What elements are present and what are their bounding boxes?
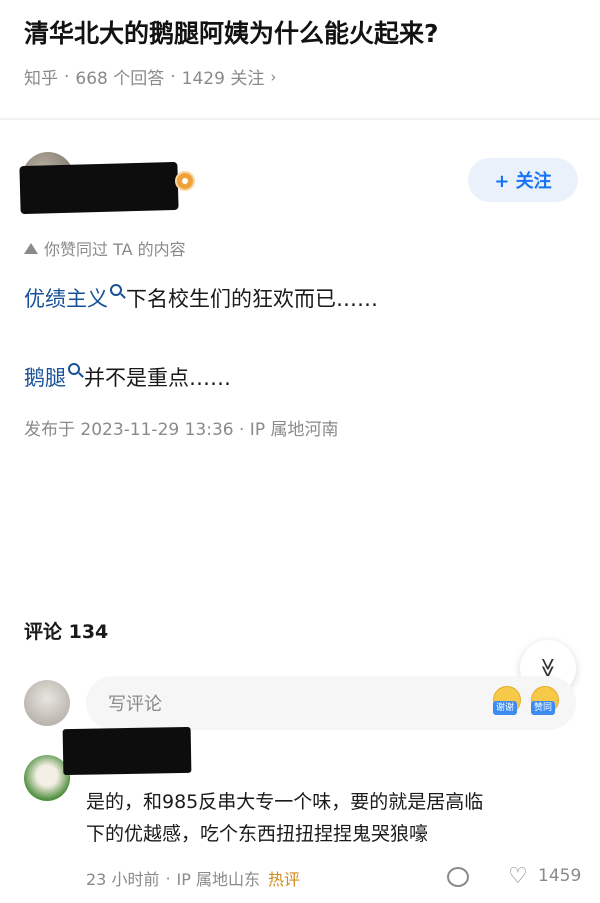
paragraph-text: 并不是重点……	[84, 366, 231, 390]
liked-hint: 你赞同过 TA 的内容	[24, 236, 186, 260]
comment-line: 下的优越感，吃个东西扭扭捏捏鬼哭狼嚎	[86, 823, 429, 845]
comment-ip: IP 属地山东	[176, 870, 261, 889]
medal-badge-icon	[175, 171, 195, 191]
hot-badge: 热评	[268, 870, 301, 889]
comment-line: 是的，和985反串大专一个味，要的就是居高临	[86, 791, 484, 813]
redacted-commenter-name	[62, 726, 192, 776]
follower-count: 1429 关注	[181, 69, 265, 89]
meta-separator: ·	[170, 66, 176, 87]
like-heart-icon[interactable]: ♡	[508, 866, 532, 888]
answer-count: 668 个回答	[75, 69, 165, 89]
search-icon[interactable]	[68, 363, 80, 375]
comment-time: 23 小时前	[86, 870, 160, 889]
keyword-link[interactable]: 鹅腿	[24, 362, 66, 392]
meta-separator: ·	[64, 66, 70, 87]
emoji-tag-thanks: 谢谢	[493, 701, 518, 715]
emoji-tag-agree: 赞同	[531, 701, 556, 715]
comment-footer: 23 小时前 · IP 属地山东 热评	[86, 866, 300, 890]
keyword-link[interactable]: 优绩主义	[24, 283, 108, 313]
search-icon[interactable]	[110, 284, 122, 296]
question-meta[interactable]: 知乎 · 668 个回答 · 1429 关注 ›	[24, 64, 277, 90]
paragraph-text: 下名校生们的狂欢而已……	[126, 287, 378, 311]
question-title[interactable]: 清华北大的鹅腿阿姨为什么能火起来?	[24, 16, 584, 52]
redacted-author-name	[19, 161, 179, 215]
follow-button[interactable]: + 关注	[468, 158, 578, 202]
chevron-right-icon: ›	[270, 67, 277, 86]
like-count: 1459	[538, 866, 582, 886]
source-label: 知乎	[24, 69, 58, 89]
meta-separator: ·	[165, 868, 171, 888]
comment-text: 是的，和985反串大专一个味，要的就是居高临 下的优越感，吃个东西扭扭捏捏鬼哭狼…	[86, 786, 576, 850]
liked-hint-text: 你赞同过 TA 的内容	[44, 240, 186, 259]
comment-placeholder: 写评论	[108, 694, 162, 715]
reply-icon[interactable]	[447, 867, 469, 887]
answer-paragraph-1: 优绩主义 下名校生们的狂欢而已……	[24, 283, 378, 313]
my-avatar	[24, 680, 70, 726]
comments-title: 评论 134	[24, 621, 109, 643]
upvote-triangle-icon	[24, 242, 38, 254]
divider	[0, 118, 600, 120]
publish-info: 发布于 2023-11-29 13:36 · IP 属地河南	[24, 420, 339, 440]
answer-paragraph-2: 鹅腿 并不是重点……	[24, 362, 231, 392]
